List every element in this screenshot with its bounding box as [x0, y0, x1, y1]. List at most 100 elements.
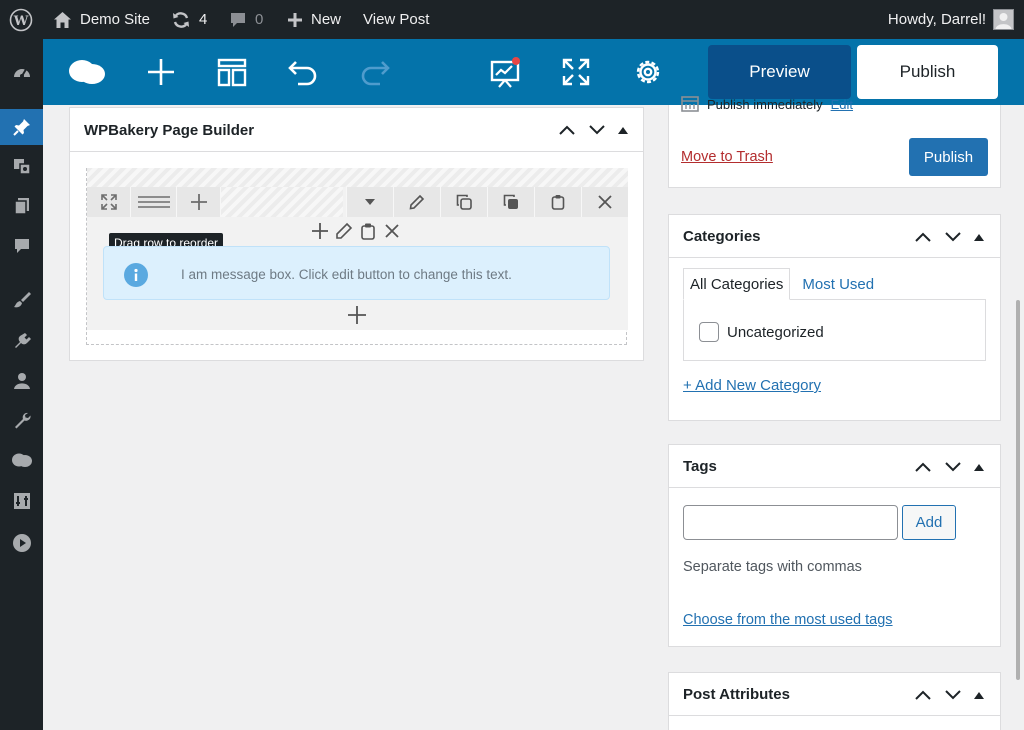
tab-all-categories[interactable]: All Categories — [683, 268, 791, 300]
add-tag-button[interactable]: Add — [902, 505, 956, 540]
publish-button-toolbar[interactable]: Publish — [857, 45, 998, 99]
move-up-icon[interactable] — [908, 457, 938, 477]
wpbakery-logo-icon[interactable] — [65, 50, 109, 94]
move-up-icon[interactable] — [908, 685, 938, 705]
collapse-toggle-icon[interactable] — [974, 691, 984, 699]
page-builder-title: WPBakery Page Builder — [84, 122, 255, 139]
page-scrollbar[interactable] — [1016, 300, 1020, 680]
tags-panel: Tags Add Separate tags with commas Choos… — [668, 444, 1001, 647]
seo-insights-icon[interactable] — [483, 50, 527, 94]
howdy-user[interactable]: Howdy, Darrel! — [888, 0, 986, 39]
publish-button[interactable]: Publish — [909, 138, 988, 176]
comments-link[interactable]: 0 — [229, 0, 263, 39]
tab-most-used[interactable]: Most Used — [790, 268, 886, 300]
paste-clipboard-icon[interactable] — [534, 187, 581, 217]
builder-row: Drag row to reorder I am message box. Cl… — [86, 168, 628, 345]
edit-schedule-link[interactable]: Edit — [831, 97, 853, 112]
new-content-link[interactable]: New — [287, 0, 341, 39]
publish-schedule: Publish immediately Edit — [681, 96, 853, 112]
category-checkbox[interactable] — [699, 322, 719, 342]
settings-sliders-icon[interactable] — [0, 483, 43, 519]
undo-icon[interactable] — [281, 50, 325, 94]
category-label[interactable]: Uncategorized — [727, 324, 824, 341]
site-name-link[interactable]: Demo Site — [53, 0, 150, 39]
media-player-icon[interactable] — [0, 525, 43, 561]
settings-gear-icon[interactable] — [626, 50, 670, 94]
collapse-toggle-icon[interactable] — [974, 233, 984, 241]
wordpress-logo-icon[interactable]: W — [9, 0, 33, 39]
move-down-icon[interactable] — [938, 685, 968, 705]
admin-menu — [0, 39, 43, 730]
tags-title: Tags — [683, 458, 717, 475]
redo-icon[interactable] — [353, 50, 397, 94]
preview-button[interactable]: Preview — [708, 45, 851, 99]
message-text: I am message box. Click edit button to c… — [181, 267, 512, 282]
categories-panel: Categories All Categories Most Used Unca… — [668, 214, 1001, 421]
copy-row-icon[interactable] — [487, 187, 534, 217]
add-element-bottom-icon[interactable] — [347, 305, 367, 325]
home-icon — [53, 11, 72, 29]
column-controls — [311, 222, 401, 240]
move-up-icon[interactable] — [908, 227, 938, 247]
templates-layout-icon[interactable] — [210, 50, 254, 94]
appearance-brush-icon[interactable] — [0, 282, 43, 318]
row-fullwidth-icon[interactable] — [87, 187, 131, 217]
pages-icon[interactable] — [0, 188, 43, 224]
category-list: Uncategorized — [683, 299, 986, 361]
admin-bar: W Demo Site 4 0 New View Post Howdy, Dar… — [0, 0, 1024, 39]
page-builder-header: WPBakery Page Builder — [70, 108, 643, 152]
media-icon[interactable] — [0, 148, 43, 184]
svg-text:W: W — [13, 14, 29, 29]
move-down-icon[interactable] — [582, 120, 612, 140]
wpbakery-cloud-icon[interactable] — [0, 442, 43, 478]
message-box-element[interactable]: I am message box. Click edit button to c… — [103, 246, 610, 300]
tools-wrench-icon[interactable] — [0, 403, 43, 439]
add-element-icon[interactable] — [139, 50, 183, 94]
row-dropdown-icon[interactable] — [346, 187, 393, 217]
move-down-icon[interactable] — [938, 227, 968, 247]
post-attributes-panel: Post Attributes — [668, 672, 1001, 730]
publish-schedule-text: Publish immediately — [707, 96, 823, 112]
updates-count: 4 — [199, 11, 208, 28]
users-icon[interactable] — [0, 363, 43, 399]
row-drop-zone — [87, 168, 628, 188]
publish-box: Publish immediately Edit Move to Trash P… — [668, 96, 1001, 188]
comments-count: 0 — [255, 11, 264, 28]
tag-input[interactable] — [683, 505, 898, 540]
move-to-trash-link[interactable]: Move to Trash — [681, 149, 773, 165]
view-post-link[interactable]: View Post — [363, 0, 429, 39]
plugins-icon[interactable] — [0, 323, 43, 359]
post-attributes-title: Post Attributes — [683, 686, 790, 703]
categories-box-controls — [908, 227, 984, 247]
row-controls-right — [346, 187, 628, 217]
row-hatch-strip — [221, 187, 343, 217]
fullscreen-icon[interactable] — [554, 50, 598, 94]
move-down-icon[interactable] — [938, 457, 968, 477]
delete-column-icon[interactable] — [383, 222, 401, 240]
comments-icon[interactable] — [0, 228, 43, 264]
add-element-plus-icon[interactable] — [311, 222, 329, 240]
avatar[interactable] — [993, 9, 1014, 30]
choose-most-used-tags-link[interactable]: Choose from the most used tags — [683, 612, 893, 628]
clone-row-icon[interactable] — [440, 187, 487, 217]
categories-title: Categories — [683, 228, 761, 245]
new-label: New — [311, 11, 342, 28]
delete-row-icon[interactable] — [581, 187, 628, 217]
edit-column-pencil-icon[interactable] — [335, 222, 353, 240]
add-column-icon[interactable] — [177, 187, 221, 217]
drag-row-handle-icon[interactable] — [131, 187, 177, 217]
add-new-category-link[interactable]: + Add New Category — [683, 377, 821, 394]
updates-link[interactable]: 4 — [171, 0, 207, 39]
dashboard-icon[interactable] — [0, 54, 43, 90]
edit-row-pencil-icon[interactable] — [393, 187, 440, 217]
site-name: Demo Site — [80, 11, 151, 28]
row-controls-left — [87, 187, 221, 217]
row-body: Drag row to reorder I am message box. Cl… — [87, 187, 628, 330]
paste-column-icon[interactable] — [359, 222, 377, 240]
category-tabs: All Categories Most Used — [683, 268, 886, 300]
updates-icon — [171, 10, 191, 30]
posts-pin-icon[interactable] — [0, 109, 43, 145]
move-up-icon[interactable] — [552, 120, 582, 140]
collapse-toggle-icon[interactable] — [974, 463, 984, 471]
collapse-toggle-icon[interactable] — [618, 126, 628, 134]
